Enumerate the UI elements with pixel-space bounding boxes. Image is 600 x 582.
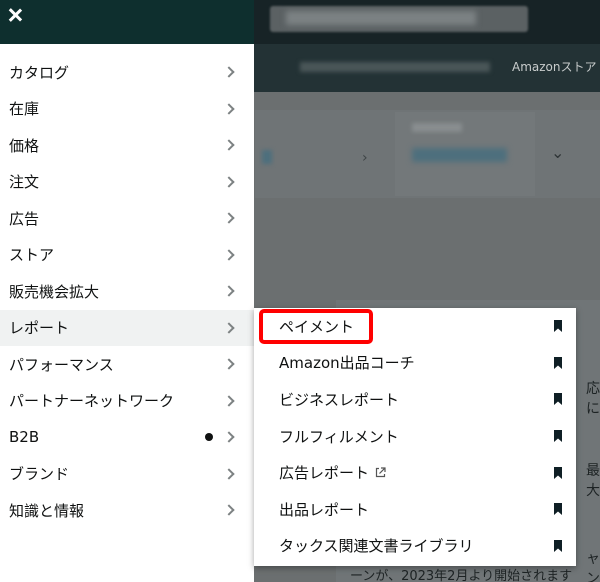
bookmark-icon[interactable]: [553, 466, 563, 479]
submenu-item-label: ビジネスレポート: [279, 390, 400, 409]
menu-item-catalog[interactable]: カタログ: [0, 54, 254, 91]
background-bottom-text: ーンが、2023年2月より開始されます: [350, 569, 573, 582]
chevron-right-icon: [223, 322, 235, 334]
chevron-right-icon: [223, 66, 235, 78]
menu-item-orders[interactable]: 注文: [0, 164, 254, 201]
background-nav-links: [300, 62, 490, 72]
navigation-drawer: カタログ 在庫 価格 注文 広告 ストア 販売機会拡大 レポート パフォーマンス…: [0, 0, 254, 582]
chevron-right-icon: [223, 139, 235, 151]
bookmark-icon[interactable]: [553, 320, 563, 333]
submenu-item-tax-document-library[interactable]: タックス関連文書ライブラリ: [254, 528, 576, 565]
external-link-icon: [375, 467, 386, 478]
submenu-item-label: タックス関連文書ライブラリ: [279, 537, 474, 556]
chevron-right-icon: [223, 212, 235, 224]
chevron-right-icon: [223, 468, 235, 480]
background-search-text: [286, 11, 476, 25]
menu-item-label: ブランド: [9, 465, 70, 484]
bookmark-icon[interactable]: [553, 393, 563, 406]
chevron-down-icon: ⌄: [551, 143, 565, 162]
chevron-right-icon: [223, 504, 235, 516]
submenu-item-label: フルフィルメント: [279, 427, 399, 446]
background-text-fragment: 応に: [586, 381, 600, 417]
background-card-value: [412, 148, 507, 162]
background-card-title: [412, 123, 462, 132]
close-icon[interactable]: [6, 6, 24, 24]
submenu-item-advertising-reports[interactable]: 広告レポート: [254, 454, 576, 491]
menu-item-label: 広告: [9, 209, 40, 228]
submenu-item-label: ペイメント: [279, 317, 355, 336]
submenu-item-inventory-reports[interactable]: 出品レポート: [254, 491, 576, 528]
submenu-item-label: 出品レポート: [279, 500, 370, 519]
menu-item-label: 販売機会拡大: [9, 282, 100, 301]
submenu-item-label: 広告レポート: [279, 464, 370, 483]
menu-item-label: カタログ: [9, 63, 70, 82]
chevron-right-icon: [223, 176, 235, 188]
chevron-right-icon: [223, 431, 235, 443]
menu-item-reports[interactable]: レポート: [0, 309, 254, 346]
chevron-right-icon: ›: [362, 150, 368, 166]
menu-item-label: 知識と情報: [9, 501, 85, 520]
bookmark-icon[interactable]: [553, 539, 563, 552]
bookmark-icon[interactable]: [553, 430, 563, 443]
menu-item-learn[interactable]: 知識と情報: [0, 492, 254, 529]
submenu-item-label: Amazon出品コーチ: [279, 354, 415, 373]
menu-item-label: 注文: [9, 173, 40, 192]
chevron-right-icon: [223, 249, 235, 261]
submenu-item-payments[interactable]: ペイメント: [254, 308, 576, 345]
menu-item-brands[interactable]: ブランド: [0, 456, 254, 493]
drawer-menu: カタログ 在庫 価格 注文 広告 ストア 販売機会拡大 レポート パフォーマンス…: [0, 54, 254, 529]
menu-item-b2b[interactable]: B2B: [0, 419, 254, 456]
menu-item-growth[interactable]: 販売機会拡大: [0, 273, 254, 310]
chevron-right-icon: [223, 358, 235, 370]
background-card-left-value: [262, 150, 272, 164]
menu-item-label: 在庫: [9, 100, 40, 119]
chevron-right-icon: [223, 103, 235, 115]
chevron-right-icon: [223, 395, 235, 407]
drawer-header: [0, 0, 254, 44]
menu-item-label: 価格: [9, 136, 40, 155]
submenu-item-seller-coach[interactable]: Amazon出品コーチ: [254, 345, 576, 382]
menu-item-advertising[interactable]: 広告: [0, 200, 254, 237]
bookmark-icon[interactable]: [553, 503, 563, 516]
menu-item-label: パフォーマンス: [9, 355, 114, 374]
menu-item-pricing[interactable]: 価格: [0, 127, 254, 164]
menu-item-label: ストア: [9, 246, 55, 265]
menu-item-stores[interactable]: ストア: [0, 237, 254, 274]
reports-submenu: ペイメント Amazon出品コーチ ビジネスレポート フルフィルメント 広告レポ…: [254, 308, 576, 566]
menu-item-inventory[interactable]: 在庫: [0, 91, 254, 128]
menu-item-performance[interactable]: パフォーマンス: [0, 346, 254, 383]
menu-item-partner-network[interactable]: パートナーネットワーク: [0, 383, 254, 420]
menu-item-label: B2B: [9, 428, 40, 447]
chevron-right-icon: [223, 285, 235, 297]
notification-dot: [205, 433, 213, 442]
menu-item-label: レポート: [9, 319, 70, 338]
submenu-item-fulfillment[interactable]: フルフィルメント: [254, 418, 576, 455]
background-text-fragment: 最大: [586, 463, 600, 499]
bookmark-icon[interactable]: [553, 356, 563, 369]
background-text-fragment: ャン: [586, 551, 600, 582]
menu-item-label: パートナーネットワーク: [9, 392, 175, 411]
submenu-item-business-reports[interactable]: ビジネスレポート: [254, 381, 576, 418]
background-nav-text: Amazonストア: [512, 60, 597, 74]
